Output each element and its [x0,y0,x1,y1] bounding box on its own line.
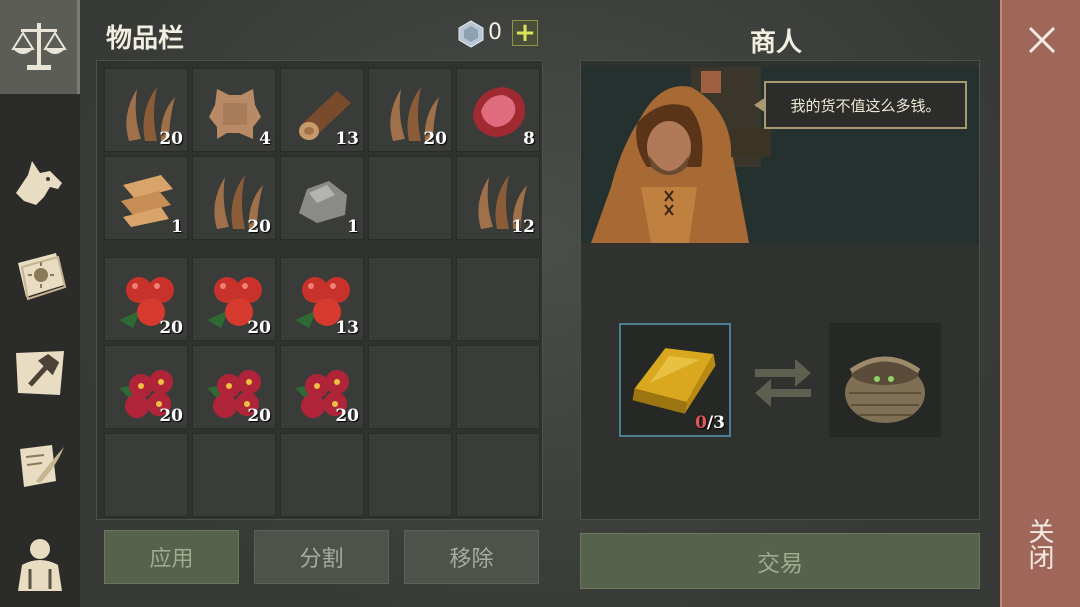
item-count: 13 [335,318,359,338]
merchant-speech-bubble: 我的货不值这么多钱。 [754,81,967,129]
inventory-slot-empty[interactable] [104,433,188,517]
item-count: 20 [423,129,447,149]
remove-button[interactable]: 移除 [404,530,539,584]
sidebar-item-character[interactable] [0,516,80,607]
item-count: 20 [247,318,271,338]
sidebar-item-quests[interactable] [0,420,80,514]
inventory-slot-log[interactable]: 13 [280,68,364,152]
scroll-quill-icon [20,445,64,487]
inventory-slot-fiber[interactable]: 20 [192,156,276,240]
inventory-slot-stone[interactable]: 1 [280,156,364,240]
inventory-slot-empty[interactable] [368,433,452,517]
inventory-slot-empty[interactable] [456,345,540,429]
inventory-slot-raw-meat[interactable]: 8 [456,68,540,152]
inventory-slot-empty[interactable] [456,257,540,341]
character-icon [18,539,62,591]
inventory-slot-empty[interactable] [456,433,540,517]
gold-bar-count: 0/3 [695,413,725,433]
item-count: 13 [335,129,359,149]
add-currency-button[interactable]: + [512,20,538,46]
item-count: 1 [347,217,359,237]
gem-icon [458,20,484,48]
inventory-slot-dark-berries[interactable]: 20 [104,345,188,429]
inventory-slot-red-berries[interactable]: 20 [104,257,188,341]
inventory-slot-red-berries[interactable]: 20 [192,257,276,341]
inventory-slot-fiber[interactable]: 20 [368,68,452,152]
sidebar [0,0,80,607]
inventory-slot-dark-berries[interactable]: 20 [280,345,364,429]
apply-button[interactable]: 应用 [104,530,239,584]
wolf-icon [16,161,62,205]
inventory-slot-empty[interactable] [280,433,364,517]
close-panel[interactable]: 关闭 [1000,0,1080,607]
merchant-panel: 我的货不值这么多钱。 0/3 [580,60,980,520]
scales-icon [10,23,67,70]
item-count: 12 [511,217,535,237]
sidebar-item-journal[interactable] [0,228,80,322]
inventory-title: 物品栏 [106,24,185,54]
item-count: 1 [171,217,183,237]
inventory-slot-empty[interactable] [192,433,276,517]
close-label: 关闭 [1024,518,1054,570]
item-count: 20 [159,129,183,149]
inventory-slot-dark-berries[interactable]: 20 [192,345,276,429]
trade-button[interactable]: 交易 [580,533,980,589]
crafting-hammer-icon [16,351,64,395]
item-count: 20 [247,217,271,237]
inventory-slot-red-berries[interactable]: 13 [280,257,364,341]
exchange-arrows-icon [755,359,811,407]
split-button[interactable]: 分割 [254,530,389,584]
sidebar-item-wolf[interactable] [0,136,80,230]
item-count: 20 [159,406,183,426]
receive-item-slot[interactable] [829,323,941,437]
close-icon[interactable] [1024,22,1060,58]
item-count: 4 [259,129,271,149]
give-item-slot[interactable]: 0/3 [619,323,731,437]
sun-book-icon [18,253,67,301]
inventory-slot-empty[interactable] [368,156,452,240]
currency-amount: 0 [488,20,502,45]
inventory-slot-fiber[interactable]: 20 [104,68,188,152]
inventory-slot-cloth[interactable]: 1 [104,156,188,240]
inventory-slot-empty[interactable] [368,345,452,429]
item-count: 20 [335,406,359,426]
item-count: 8 [523,129,535,149]
sidebar-item-merchant[interactable] [0,0,80,94]
merchant-title: 商人 [750,28,803,58]
inventory-slot-empty[interactable] [368,257,452,341]
inventory-slot-hide[interactable]: 4 [192,68,276,152]
inventory-slot-fiber[interactable]: 12 [456,156,540,240]
item-count: 20 [247,406,271,426]
sidebar-item-crafting[interactable] [0,326,80,420]
basket-icon [845,356,925,423]
item-count: 20 [159,318,183,338]
